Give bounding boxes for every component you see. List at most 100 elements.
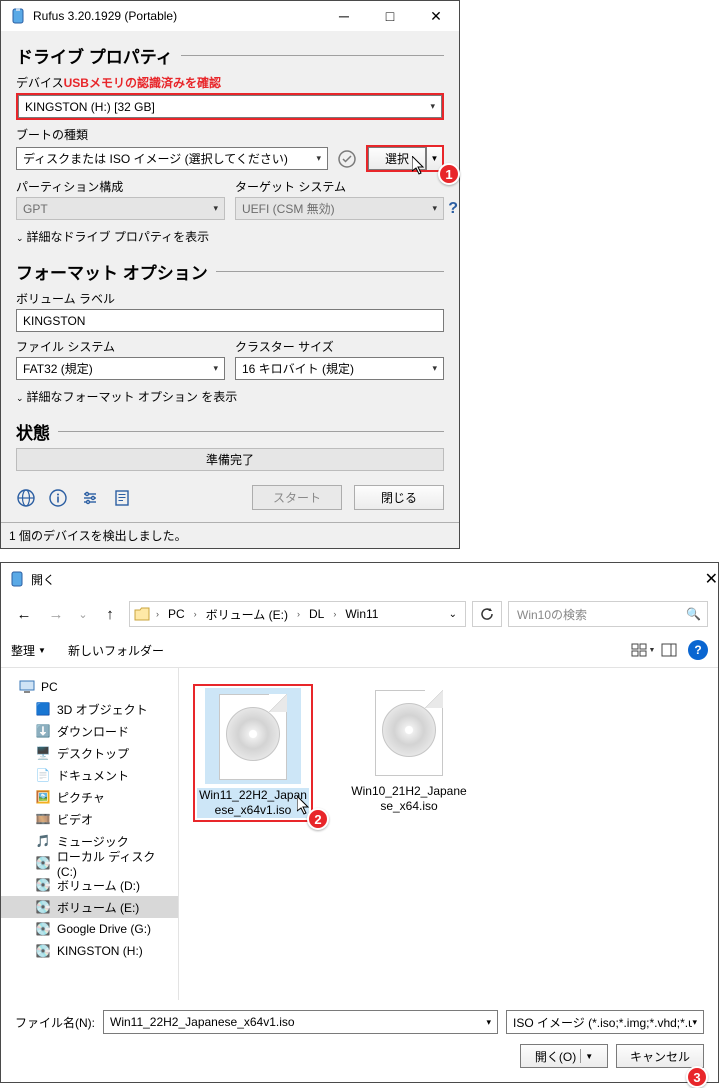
help-button[interactable]: ? [688, 640, 708, 660]
tree-pc[interactable]: PC [1, 676, 178, 698]
chevron-down-icon: ▾ [432, 363, 437, 374]
chevron-down-icon: ▾ [486, 1017, 491, 1028]
history-dropdown[interactable]: ⌄ [75, 601, 91, 627]
triangle-down-icon: ▼ [431, 154, 439, 163]
tree-desktop[interactable]: 🖥️デスクトップ [1, 742, 178, 764]
chevron-down-icon[interactable]: ⌄ [445, 609, 461, 620]
triangle-down-icon: ▼ [649, 647, 656, 654]
disk-icon: 💽 [35, 922, 51, 936]
file-item-win11[interactable]: Win11_22H2_Japanese_x64v1.iso 2 [193, 684, 313, 822]
volume-label-input[interactable]: KINGSTON [16, 309, 444, 332]
organize-menu[interactable]: 整理 ▼ [11, 642, 46, 659]
chevron-down-icon: ⌄ [16, 393, 24, 403]
titlebar: Rufus 3.20.1929 (Portable) ─ □ ✕ [1, 1, 459, 31]
dialog-icon [9, 571, 31, 587]
cluster-size-dropdown[interactable]: 16 キロバイト (規定)▾ [235, 357, 444, 380]
progress-bar: 準備完了 [16, 448, 444, 471]
search-icon: 🔍 [686, 607, 701, 621]
tree-pictures[interactable]: 🖼️ピクチャ [1, 786, 178, 808]
partition-label: パーティション構成 [16, 178, 225, 195]
start-button: スタート [252, 485, 342, 510]
view-icons-button[interactable]: ▼ [630, 639, 656, 661]
chevron-down-icon: ▾ [213, 203, 218, 214]
folder-icon [134, 607, 150, 621]
settings-icon[interactable] [80, 488, 100, 508]
cluster-size-label: クラスター サイズ [235, 338, 444, 355]
badge-3: 3 [686, 1066, 708, 1088]
tree-downloads[interactable]: ⬇️ダウンロード [1, 720, 178, 742]
select-button[interactable]: 選択 [368, 147, 426, 170]
target-system-label: ターゲット システム [235, 178, 444, 195]
close-button[interactable]: ✕ [413, 1, 459, 31]
iso-disc-icon [382, 703, 436, 757]
iso-disc-icon [226, 707, 280, 761]
new-folder-button[interactable]: 新しいフォルダー [68, 642, 164, 659]
log-icon[interactable] [112, 488, 132, 508]
chevron-down-icon: ▾ [430, 101, 435, 112]
triangle-down-icon: ▼ [38, 646, 46, 655]
filename-input[interactable]: Win11_22H2_Japanese_x64v1.iso▾ [103, 1010, 498, 1034]
forward-button[interactable]: → [43, 601, 69, 627]
tree-kingston-h[interactable]: 💽KINGSTON (H:) [1, 940, 178, 962]
cancel-button[interactable]: キャンセル [616, 1044, 704, 1068]
info-icon[interactable] [48, 488, 68, 508]
breadcrumb-win11[interactable]: Win11 [342, 607, 381, 621]
chevron-right-icon: › [154, 609, 161, 619]
file-item-win10[interactable]: Win10_21H2_Japanese_x64.iso [349, 684, 469, 814]
dialog-close-button[interactable]: ✕ [705, 569, 718, 589]
chevron-right-icon: › [192, 609, 199, 619]
tree-3d-objects[interactable]: 🟦3D オブジェクト [1, 698, 178, 720]
open-button[interactable]: 開く(O) ▼ [520, 1044, 608, 1068]
check-circle-icon [336, 148, 358, 170]
app-icon [8, 8, 28, 24]
tree-local-disk-c[interactable]: 💽ローカル ディスク (C:) [1, 852, 178, 874]
language-icon[interactable] [16, 488, 36, 508]
minimize-button[interactable]: ─ [321, 1, 367, 31]
tree-videos[interactable]: 🎞️ビデオ [1, 808, 178, 830]
refresh-button[interactable] [472, 601, 502, 627]
document-icon: 📄 [35, 768, 51, 782]
filename-label: ファイル名(N): [15, 1014, 95, 1031]
statusbar: 1 個のデバイスを検出しました。 [1, 522, 459, 548]
breadcrumb-pc[interactable]: PC [165, 607, 188, 621]
triangle-down-icon: ▼ [585, 1052, 593, 1061]
device-dropdown[interactable]: KINGSTON (H:) [32 GB]▾ [18, 95, 442, 118]
folder-tree: PC 🟦3D オブジェクト ⬇️ダウンロード 🖥️デスクトップ 📄ドキュメント … [1, 668, 179, 1000]
device-label: デバイスUSBメモリの認識済みを確認 [16, 74, 444, 91]
format-options-header: フォーマット オプション [16, 259, 444, 284]
dialog-titlebar: 開く ✕ [1, 563, 718, 595]
preview-pane-button[interactable] [656, 639, 682, 661]
close-app-button[interactable]: 閉じる [354, 485, 444, 510]
address-bar[interactable]: › PC› ボリューム (E:)› DL› Win11 ⌄ [129, 601, 466, 627]
dialog-title: 開く [31, 571, 705, 588]
filesystem-label: ファイル システム [16, 338, 225, 355]
back-button[interactable]: ← [11, 601, 37, 627]
filetype-filter[interactable]: ISO イメージ (*.iso;*.img;*.vhd;*.u▾ [506, 1010, 704, 1034]
badge-2: 2 [307, 808, 329, 830]
file-pane[interactable]: Win11_22H2_Japanese_x64v1.iso 2 Win10_21… [179, 668, 718, 1000]
chevron-down-icon: ▾ [213, 363, 218, 374]
drive-properties-header: ドライブ プロパティ [16, 43, 444, 68]
disk-icon: 💽 [35, 856, 51, 870]
tree-documents[interactable]: 📄ドキュメント [1, 764, 178, 786]
window-title: Rufus 3.20.1929 (Portable) [33, 9, 321, 23]
maximize-button[interactable]: □ [367, 1, 413, 31]
breadcrumb-dl[interactable]: DL [306, 607, 327, 621]
advanced-format-toggle[interactable]: ⌄詳細なフォーマット オプション を表示 [16, 388, 444, 405]
tree-volume-e[interactable]: 💽ボリューム (E:) [1, 896, 178, 918]
search-input[interactable]: Win10の検索🔍 [508, 601, 708, 627]
breadcrumb-volume-e[interactable]: ボリューム (E:) [203, 606, 291, 623]
up-button[interactable]: ↑ [97, 601, 123, 627]
filesystem-dropdown[interactable]: FAT32 (規定)▾ [16, 357, 225, 380]
rufus-window: Rufus 3.20.1929 (Portable) ─ □ ✕ ドライブ プロ… [0, 0, 460, 549]
advanced-drive-toggle[interactable]: ⌄詳細なドライブ プロパティを表示 [16, 228, 444, 245]
boot-type-dropdown[interactable]: ディスクまたは ISO イメージ (選択してください)▾ [16, 147, 328, 170]
disk-icon: 💽 [35, 944, 51, 958]
chevron-right-icon: › [295, 609, 302, 619]
desktop-icon: 🖥️ [35, 746, 51, 760]
boot-type-label: ブートの種類 [16, 126, 444, 143]
tree-google-drive-g[interactable]: 💽Google Drive (G:) [1, 918, 178, 940]
help-icon[interactable]: ? [448, 200, 458, 218]
file-open-dialog: 開く ✕ ← → ⌄ ↑ › PC› ボリューム (E:)› DL› Win11… [0, 562, 719, 1083]
chevron-down-icon: ▾ [316, 153, 321, 164]
